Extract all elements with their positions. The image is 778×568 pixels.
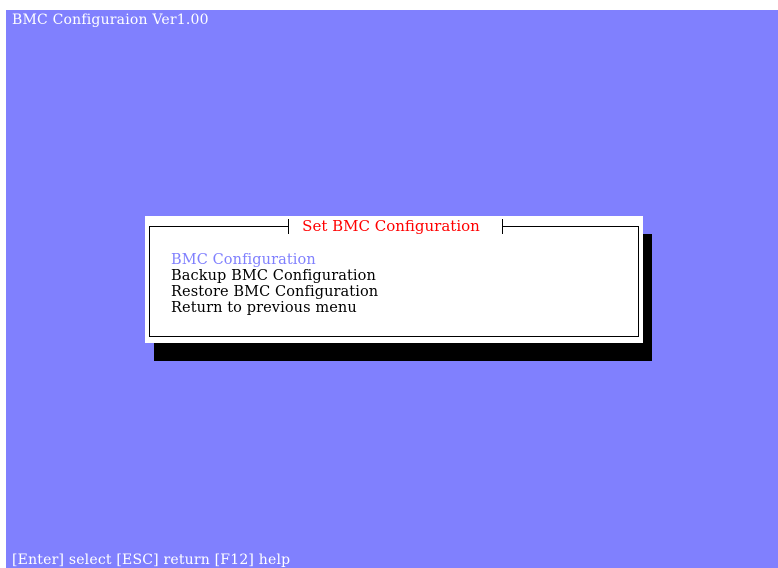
menu-list: BMC Configuration Backup BMC Configurati… [171, 252, 378, 316]
frame-top-left-line [149, 226, 289, 227]
menu-item-restore-bmc-configuration[interactable]: Restore BMC Configuration [171, 284, 378, 300]
set-bmc-configuration-dialog: Set BMC Configuration BMC Configuration … [145, 216, 643, 343]
frame-top-right-line [503, 226, 639, 227]
frame-title-left-tick [288, 219, 289, 234]
window-title: BMC Configuraion Ver1.00 [12, 12, 209, 28]
menu-item-return-to-previous-menu[interactable]: Return to previous menu [171, 300, 378, 316]
dialog-title: Set BMC Configuration [302, 217, 480, 235]
status-bar-help: [Enter] select [ESC] return [F12] help [12, 552, 291, 568]
menu-item-backup-bmc-configuration[interactable]: Backup BMC Configuration [171, 268, 378, 284]
menu-item-bmc-configuration[interactable]: BMC Configuration [171, 252, 378, 268]
terminal-screen: BMC Configuraion Ver1.00 Set BMC Configu… [6, 10, 778, 568]
